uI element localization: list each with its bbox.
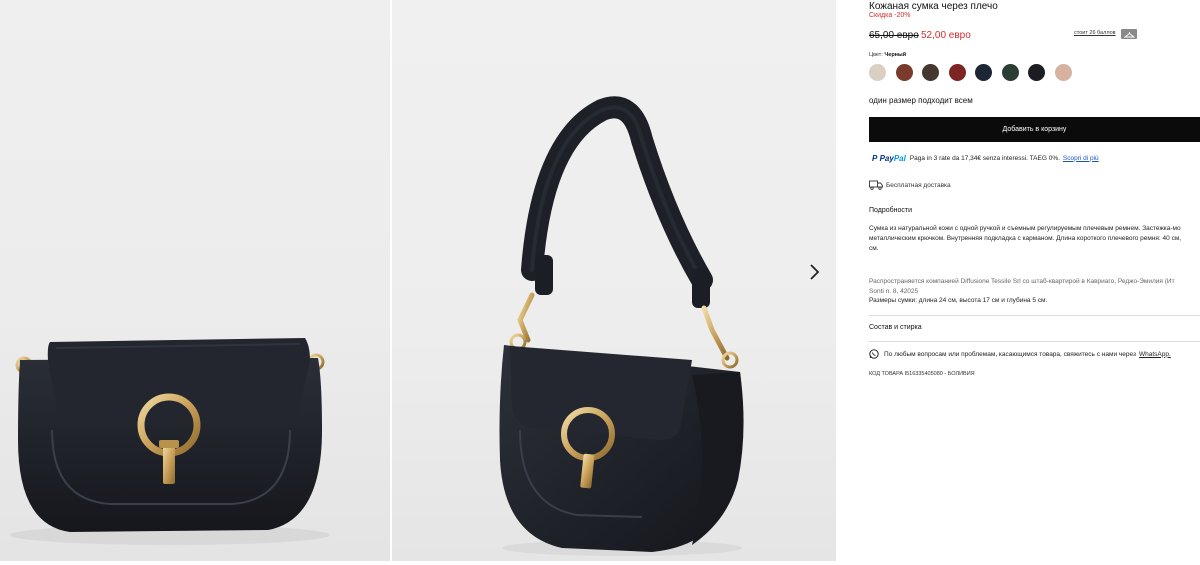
color-swatch-nude[interactable]	[1054, 64, 1072, 81]
whatsapp-text: По любым вопросам или проблемам, касающи…	[884, 350, 1136, 358]
price-new: 52,00 евро	[921, 30, 971, 41]
size-text: один размер подходит всем	[869, 96, 973, 105]
divider	[869, 341, 1200, 342]
dimensions-text: Размеры сумки: длина 24 см, высота 17 см…	[869, 297, 1048, 304]
desc-line: металлическим крючком. Внутренняя подкла…	[869, 235, 1182, 242]
paypal-logo: P PayPal	[872, 153, 906, 163]
paypal-row: P PayPal Paga in 3 rate da 17,34€ senza …	[869, 153, 1099, 163]
details-title[interactable]: Подробности	[869, 207, 912, 214]
paypal-installments-text: Paga in 3 rate da 17,34€ senza interessi…	[909, 154, 1060, 162]
bag-front-image	[10, 338, 330, 545]
desc-line: Сумка из натуральной кожи с одной ручкой…	[869, 225, 1181, 232]
chevron-right-icon	[810, 264, 820, 280]
distributor-info: Распространяется компанией Diffusione Te…	[869, 277, 1200, 297]
shipping-row: Бесплатная доставка	[869, 180, 951, 190]
whatsapp-link[interactable]: WhatsApp.	[1139, 351, 1171, 358]
color-swatch-beige[interactable]	[869, 64, 886, 81]
shipping-text: Бесплатная доставка	[886, 181, 951, 189]
points-link[interactable]: стоит 26 баллов	[1074, 30, 1116, 36]
product-sku: КОД ТОВАРА I516335405080 - БОЛИВИЯ	[869, 371, 975, 377]
product-title: Кожаная сумка через плечо	[869, 1, 998, 12]
color-swatch-brown[interactable]	[895, 64, 913, 81]
product-photo-front[interactable]	[0, 0, 390, 561]
product-info-panel: Кожаная сумка через плечо Скидка -20% 65…	[869, 0, 1200, 565]
color-swatch-burgundy[interactable]	[948, 64, 966, 81]
paypal-learn-more-link[interactable]: Scopri di più	[1063, 155, 1099, 162]
color-label: Цвет: Черный	[869, 52, 906, 58]
divider	[869, 315, 1200, 316]
gallery-next-button[interactable]	[803, 258, 827, 286]
composition-care-accordion[interactable]: Состав и стирка	[869, 324, 922, 331]
bag-angled-image	[499, 96, 744, 556]
product-description: Сумка из натуральной кожи с одной ручкой…	[869, 224, 1200, 254]
price-old: 65,00 евро	[869, 30, 919, 41]
color-swatch-navy[interactable]	[975, 64, 992, 81]
color-swatch-dark-green[interactable]	[1001, 64, 1019, 81]
paypal-brand-2: Pal	[893, 153, 906, 163]
desc-line: см.	[869, 245, 879, 252]
whatsapp-icon	[869, 349, 879, 359]
product-photo-angled[interactable]	[392, 0, 836, 561]
distributor-line: Sonti n. 8, 42025	[869, 288, 919, 295]
paypal-brand-1: Pay	[879, 153, 894, 163]
color-label-prefix: Цвет:	[869, 52, 883, 58]
color-swatch-black[interactable]	[1028, 64, 1045, 81]
add-to-cart-button[interactable]: Добавить в корзину	[869, 117, 1200, 142]
whatsapp-row: По любым вопросам или проблемам, касающи…	[869, 349, 1171, 359]
hanger-icon[interactable]	[1121, 29, 1137, 39]
color-value: Черный	[884, 52, 907, 58]
color-swatch-dark-brown[interactable]	[922, 64, 939, 81]
truck-icon	[869, 180, 883, 190]
distributor-line: Распространяется компанией Diffusione Te…	[869, 278, 1175, 285]
discount-label: Скидка -20%	[869, 12, 911, 19]
product-gallery	[0, 0, 836, 561]
color-swatches	[869, 64, 1072, 81]
